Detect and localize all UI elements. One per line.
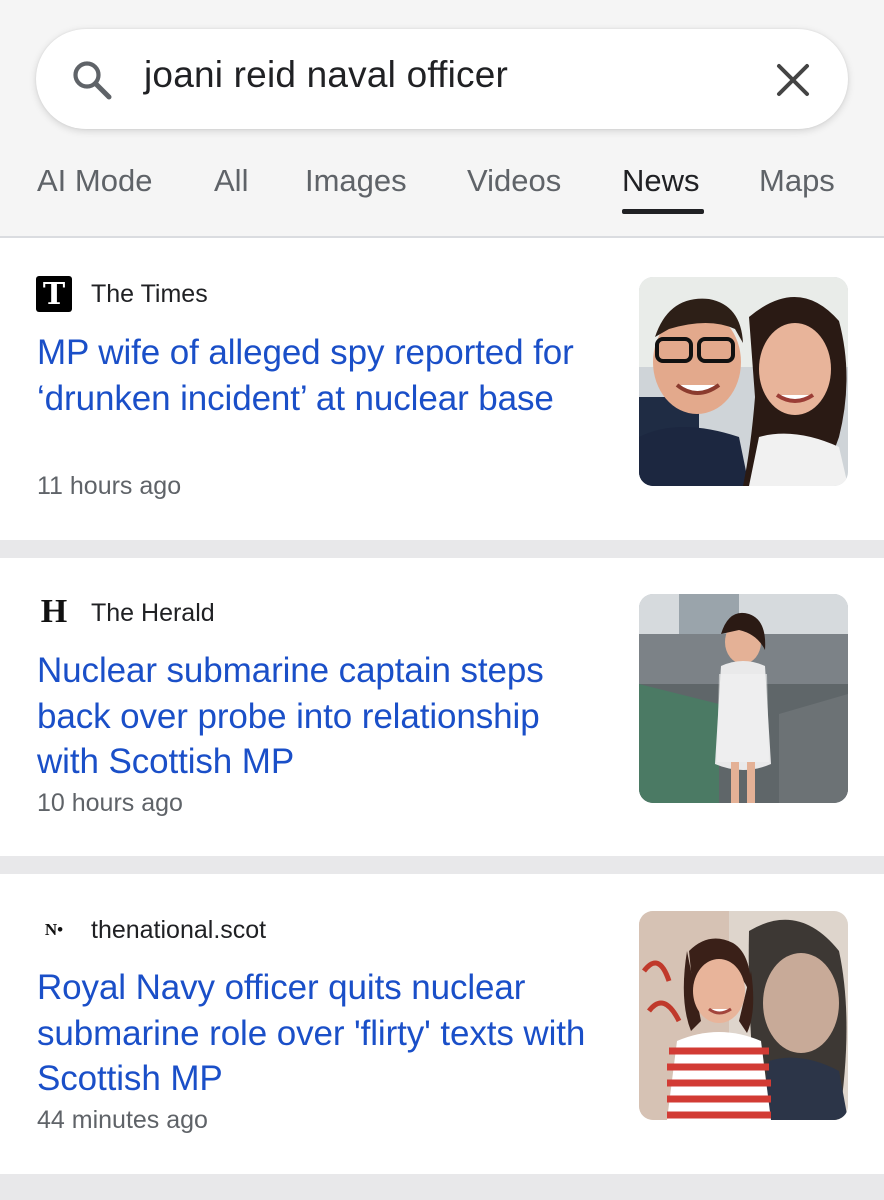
- source-logo: N•: [44, 920, 64, 939]
- tab-news[interactable]: News: [622, 163, 700, 199]
- source-name[interactable]: The Times: [91, 280, 208, 309]
- tab-all[interactable]: All: [214, 163, 248, 199]
- result-separator: [0, 856, 884, 874]
- active-tab-indicator: [622, 209, 704, 214]
- timestamp: 11 hours ago: [37, 472, 182, 500]
- tab-ai-mode[interactable]: AI Mode: [37, 163, 152, 199]
- tab-maps[interactable]: Maps: [759, 163, 835, 199]
- search-icon[interactable]: [70, 58, 114, 102]
- timestamp: 10 hours ago: [37, 789, 183, 817]
- tab-images[interactable]: Images: [305, 163, 407, 199]
- news-result[interactable]: N• thenational.scot Royal Navy officer q…: [0, 874, 884, 1174]
- search-tabs: AI Mode All Images Videos News Maps: [0, 160, 884, 220]
- headline-link[interactable]: Royal Navy officer quits nuclear submari…: [37, 965, 597, 1102]
- source-name[interactable]: thenational.scot: [91, 916, 266, 945]
- thumbnail-image[interactable]: [639, 911, 848, 1120]
- search-input[interactable]: joani reid naval officer: [144, 54, 508, 96]
- headline-link[interactable]: MP wife of alleged spy reported for ‘dru…: [37, 330, 597, 421]
- headline-link[interactable]: Nuclear submarine captain steps back ove…: [37, 648, 597, 785]
- thumbnail-image[interactable]: [639, 594, 848, 803]
- source-name[interactable]: The Herald: [91, 599, 215, 628]
- news-result[interactable]: H The Herald Nuclear submarine captain s…: [0, 558, 884, 856]
- result-separator: [0, 1174, 884, 1200]
- source-logo: H: [40, 593, 68, 630]
- thumbnail-image[interactable]: [639, 277, 848, 486]
- search-header: joani reid naval officer AI Mode All Ima…: [0, 0, 884, 238]
- close-icon[interactable]: [775, 62, 811, 98]
- news-result[interactable]: T The Times MP wife of alleged spy repor…: [0, 238, 884, 540]
- result-separator: [0, 540, 884, 558]
- source-logo: T: [36, 276, 72, 312]
- timestamp: 44 minutes ago: [37, 1106, 208, 1134]
- tab-videos[interactable]: Videos: [467, 163, 561, 199]
